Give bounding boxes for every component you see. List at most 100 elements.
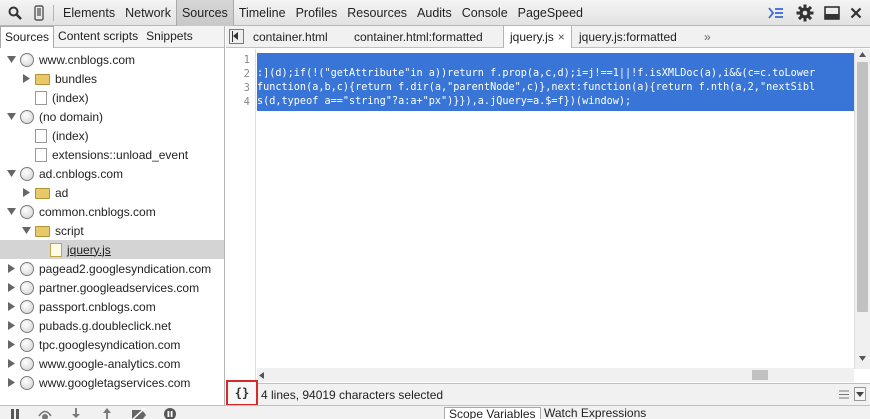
collapsed-arrow-icon[interactable] [6, 321, 16, 331]
tree-item-label: pagead2.googlesyndication.com [39, 261, 212, 276]
device-icon[interactable] [29, 3, 49, 23]
tree-item-label: ad [55, 185, 69, 200]
pause-on-exceptions-icon[interactable] [163, 407, 177, 419]
editor-tab-jquery-js[interactable]: jquery.js × [503, 26, 572, 48]
gear-icon[interactable] [795, 3, 815, 23]
tree-item[interactable]: www.google-analytics.com [0, 354, 224, 373]
code-line [257, 53, 854, 67]
tab-resources[interactable]: Resources [342, 0, 412, 26]
collapsed-arrow-icon[interactable] [21, 188, 31, 198]
collapsed-arrow-icon[interactable] [21, 74, 31, 84]
drawer-icon[interactable] [766, 3, 786, 23]
tab-watch-expressions[interactable]: Watch Expressions [540, 407, 650, 419]
editor-tab-jquery-js-formatted[interactable]: jquery.js:formatted [573, 26, 683, 48]
tree-item-label: www.google-analytics.com [39, 356, 181, 371]
expanded-arrow-icon[interactable] [21, 226, 31, 236]
panel-tabs: Elements Network Sources Timeline Profil… [58, 0, 588, 26]
tree-item[interactable]: (no domain) [0, 107, 224, 126]
navigator-tab-content-scripts[interactable]: Content scripts [54, 26, 142, 48]
tab-profiles[interactable]: Profiles [291, 0, 343, 26]
tab-audits[interactable]: Audits [412, 0, 457, 26]
collapsed-arrow-icon[interactable] [6, 359, 16, 369]
close-icon[interactable] [846, 3, 866, 23]
collapsed-arrow-icon[interactable] [6, 283, 16, 293]
debugger-toolbar [0, 405, 870, 419]
tree-item-label: bundles [55, 71, 98, 86]
editor-tab-container-html[interactable]: container.html [247, 26, 334, 48]
scroll-bottom-icon[interactable] [854, 387, 866, 401]
tree-item-label: extensions::unload_event [52, 147, 189, 162]
tree-item[interactable]: passport.cnblogs.com [0, 297, 224, 316]
tab-sources[interactable]: Sources [175, 0, 234, 26]
expanded-arrow-icon[interactable] [6, 169, 16, 179]
search-icon[interactable] [5, 3, 25, 23]
globe-icon [20, 52, 34, 67]
devtools-toolbar: Elements Network Sources Timeline Profil… [0, 0, 870, 26]
code-line: s(d,typeof a=="string"?a:a+"px")}}),a.jQ… [257, 95, 632, 109]
scroll-up-icon[interactable] [858, 51, 867, 58]
tree-item[interactable]: partner.googleadservices.com [0, 278, 224, 297]
tree-item-label: tpc.googlesyndication.com [39, 337, 181, 352]
tree-item[interactable]: ad [0, 183, 224, 202]
globe-icon [20, 375, 34, 390]
tree-item[interactable]: (index) [0, 126, 224, 145]
tree-item[interactable]: extensions::unload_event [0, 145, 224, 164]
toggle-navigator-icon[interactable] [229, 29, 244, 44]
deactivate-breakpoints-icon[interactable] [131, 408, 147, 419]
more-tabs-icon[interactable]: » [698, 26, 717, 48]
file-tree: www.cnblogs.com bundles (index) (no domain)… [0, 48, 224, 405]
tab-timeline[interactable]: Timeline [234, 0, 291, 26]
tree-item[interactable]: www.googletagservices.com [0, 373, 224, 392]
pause-icon[interactable] [10, 409, 20, 419]
settings-lines-icon[interactable] [838, 389, 850, 400]
tree-item-label: script [55, 223, 84, 238]
code-editor[interactable]: :](d);if(!("getAttribute"in a))return f.… [257, 49, 854, 369]
collapsed-arrow-icon[interactable] [6, 378, 16, 388]
navigator-tabs: Sources Content scripts Snippets [0, 26, 224, 48]
tree-item[interactable]: common.cnblogs.com [0, 202, 224, 221]
tab-elements[interactable]: Elements [58, 0, 120, 26]
vertical-scroll-thumb[interactable] [857, 62, 868, 312]
step-into-icon[interactable] [70, 408, 82, 419]
expanded-arrow-icon[interactable] [6, 112, 16, 122]
tree-item[interactable]: pubads.g.doubleclick.net [0, 316, 224, 335]
tree-item[interactable]: ad.cnblogs.com [0, 164, 224, 183]
step-out-icon[interactable] [101, 408, 113, 419]
tree-item[interactable]: bundles [0, 69, 224, 88]
scroll-down-icon[interactable] [858, 355, 867, 362]
navigator-tab-sources[interactable]: Sources [0, 26, 55, 48]
scroll-left-icon[interactable] [258, 371, 265, 380]
editor-tab-label: jquery.js [510, 30, 554, 44]
tree-item-label: common.cnblogs.com [39, 204, 156, 219]
close-tab-icon[interactable]: × [558, 30, 565, 44]
tab-scope-variables[interactable]: Scope Variables [444, 407, 541, 419]
tab-network[interactable]: Network [120, 0, 176, 26]
collapsed-arrow-icon[interactable] [6, 302, 16, 312]
step-over-icon[interactable] [36, 408, 54, 419]
horizontal-scroll-thumb[interactable] [752, 370, 768, 380]
line-number-gutter: 1 2 3 4 [226, 49, 256, 383]
tree-item[interactable]: www.cnblogs.com [0, 50, 224, 69]
collapsed-arrow-icon[interactable] [6, 264, 16, 274]
collapsed-arrow-icon[interactable] [6, 340, 16, 350]
tab-pagespeed[interactable]: PageSpeed [513, 0, 588, 26]
expanded-arrow-icon[interactable] [6, 55, 16, 65]
toolbar-separator [53, 5, 54, 21]
tree-item[interactable]: pagead2.googlesyndication.com [0, 259, 224, 278]
pretty-print-button[interactable]: {} [226, 380, 258, 406]
tree-item[interactable]: script [0, 221, 224, 240]
folder-icon [35, 74, 50, 85]
tree-item[interactable]: jquery.js [0, 240, 224, 259]
tree-item[interactable]: tpc.googlesyndication.com [0, 335, 224, 354]
globe-icon [20, 318, 34, 333]
tree-item-label: pubads.g.doubleclick.net [39, 318, 172, 333]
dock-icon[interactable] [822, 3, 842, 23]
tab-console[interactable]: Console [457, 0, 513, 26]
globe-icon [20, 356, 34, 371]
editor-tabs: container.html container.html:formatted … [226, 26, 870, 48]
tree-item[interactable]: (index) [0, 88, 224, 107]
editor-tab-container-html-formatted[interactable]: container.html:formatted [348, 26, 489, 48]
expanded-arrow-icon[interactable] [6, 207, 16, 217]
navigator-tab-snippets[interactable]: Snippets [142, 26, 197, 48]
